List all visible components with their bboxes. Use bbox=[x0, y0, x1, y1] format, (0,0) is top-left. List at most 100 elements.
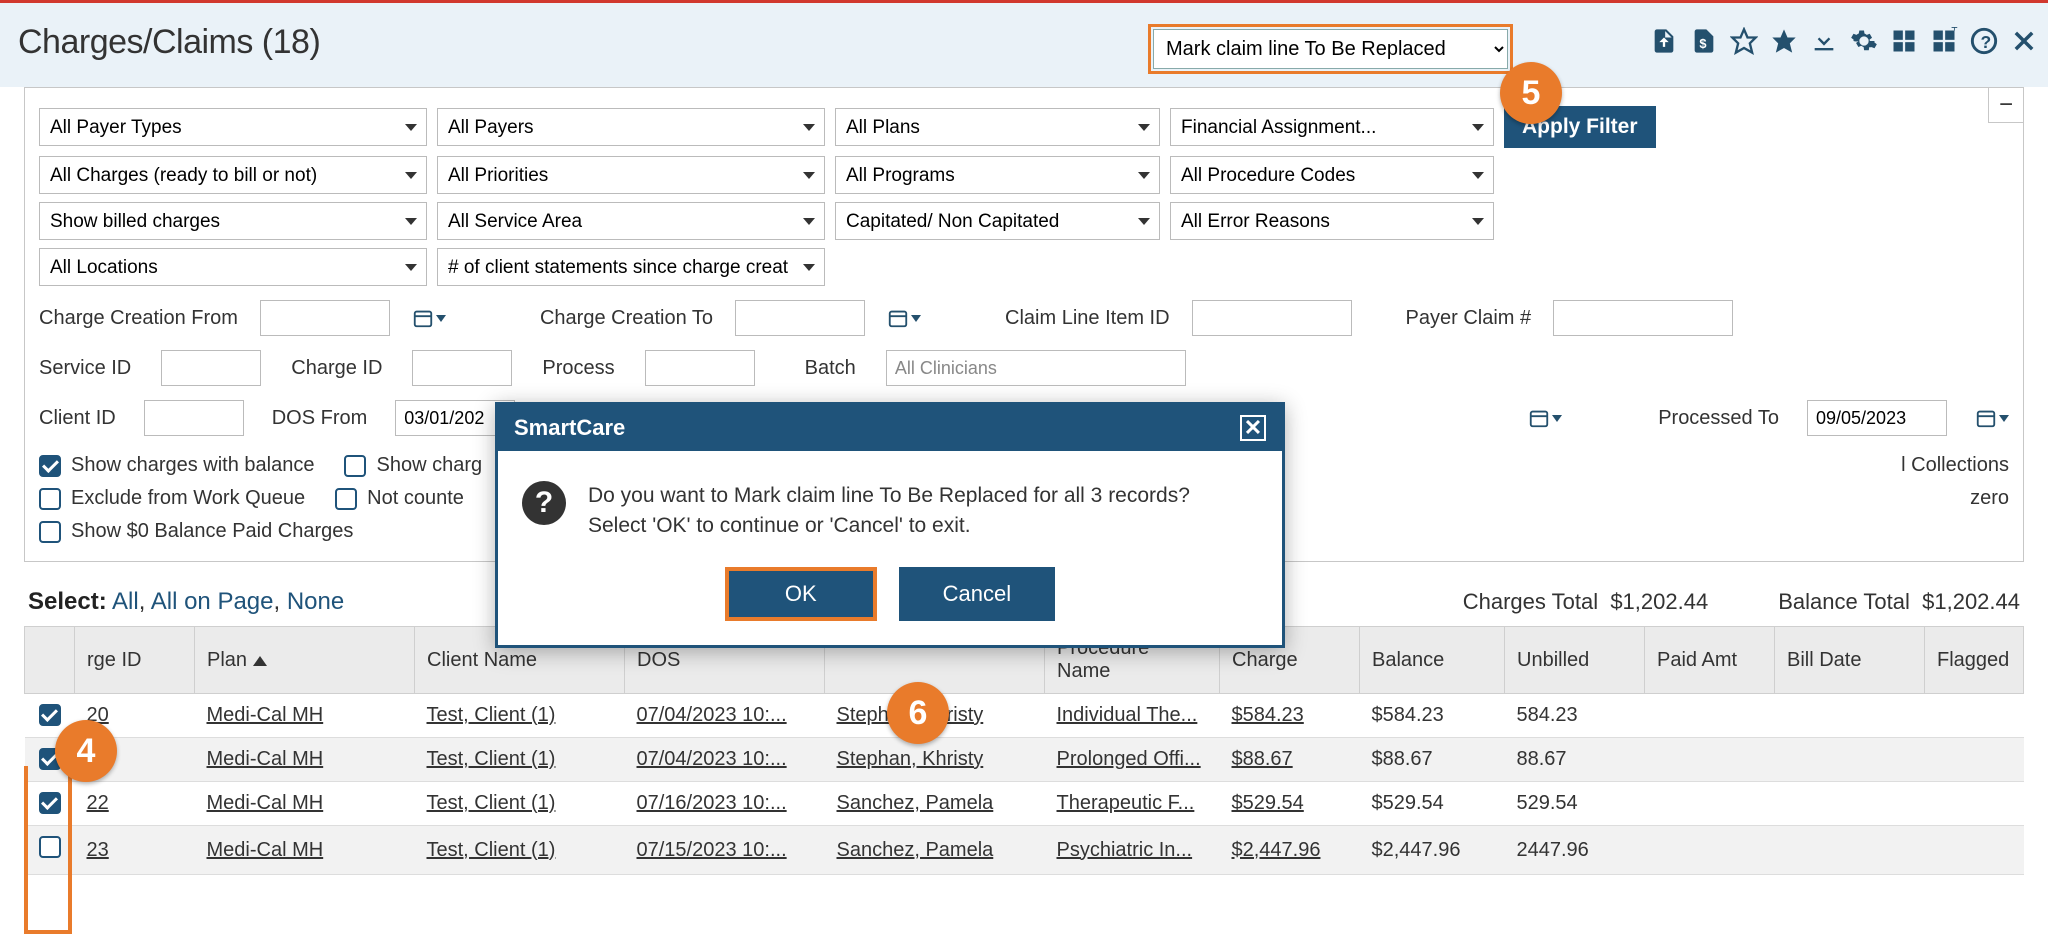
payer-claim-input[interactable] bbox=[1553, 300, 1733, 336]
zero-paid-check[interactable]: Show $0 Balance Paid Charges bbox=[39, 520, 353, 543]
col-paid[interactable]: Paid Amt bbox=[1645, 627, 1775, 694]
unbilled-cell: 529.54 bbox=[1505, 782, 1645, 826]
select-page-link[interactable]: All on Page bbox=[151, 588, 274, 615]
calendar-icon[interactable] bbox=[1975, 407, 2009, 429]
charge-from-input[interactable] bbox=[260, 300, 390, 336]
unbilled-cell: 2447.96 bbox=[1505, 826, 1645, 875]
action-select[interactable]: Mark claim line To Be Replaced bbox=[1153, 29, 1508, 69]
procedure-link[interactable]: Psychiatric In... bbox=[1057, 839, 1193, 861]
modal-close-button[interactable]: ✕ bbox=[1240, 415, 1266, 441]
processed-to-label: Processed To bbox=[1658, 407, 1779, 430]
grid-icon[interactable] bbox=[1890, 27, 1918, 55]
col-bill-date[interactable]: Bill Date bbox=[1775, 627, 1925, 694]
plan-link[interactable]: Medi-Cal MH bbox=[207, 792, 324, 814]
col-unbilled[interactable]: Unbilled bbox=[1505, 627, 1645, 694]
claim-line-input[interactable] bbox=[1192, 300, 1352, 336]
locations-select[interactable]: All Locations bbox=[39, 248, 427, 286]
grid-plus-icon[interactable]: + bbox=[1930, 27, 1958, 55]
zero-label-truncated: zero bbox=[1970, 487, 2009, 510]
export-icon[interactable] bbox=[1650, 27, 1678, 55]
help-icon[interactable]: ? bbox=[1970, 27, 1998, 55]
col-charge-id[interactable]: rge ID bbox=[75, 627, 195, 694]
client-link[interactable]: Test, Client (1) bbox=[427, 704, 556, 726]
client-link[interactable]: Test, Client (1) bbox=[427, 792, 556, 814]
star-filled-icon[interactable] bbox=[1770, 27, 1798, 55]
processed-to-input[interactable] bbox=[1807, 400, 1947, 436]
svg-text:?: ? bbox=[1981, 32, 1992, 52]
sort-asc-icon bbox=[253, 656, 267, 666]
not-count-check[interactable]: Not counte bbox=[335, 487, 464, 510]
plan-link[interactable]: Medi-Cal MH bbox=[207, 748, 324, 770]
payers-select[interactable]: All Payers bbox=[437, 108, 825, 146]
procedure-link[interactable]: Individual The... bbox=[1057, 704, 1198, 726]
collapse-panel-button[interactable]: − bbox=[1988, 87, 2024, 123]
cancel-button[interactable]: Cancel bbox=[899, 567, 1055, 621]
clinician-link[interactable]: Sanchez, Pamela bbox=[837, 839, 994, 861]
error-reasons-select[interactable]: All Error Reasons bbox=[1170, 202, 1494, 240]
dos-link[interactable]: 07/15/2023 10:... bbox=[637, 839, 787, 861]
header-toolbar: $ + ? bbox=[1650, 27, 2038, 55]
star-outline-icon[interactable] bbox=[1730, 27, 1758, 55]
download-icon[interactable] bbox=[1810, 27, 1838, 55]
callout-4: 4 bbox=[55, 720, 117, 782]
charge-link[interactable]: $529.54 bbox=[1232, 792, 1304, 814]
dos-link[interactable]: 07/04/2023 10:... bbox=[637, 704, 787, 726]
procedure-codes-select[interactable]: All Procedure Codes bbox=[1170, 156, 1494, 194]
client-id-input[interactable] bbox=[144, 400, 244, 436]
col-flagged[interactable]: Flagged bbox=[1925, 627, 2024, 694]
row-checkbox[interactable] bbox=[39, 792, 61, 814]
priorities-select[interactable]: All Priorities bbox=[437, 156, 825, 194]
clinician-link[interactable]: Stephan, Khristy bbox=[837, 748, 984, 770]
col-plan[interactable]: Plan bbox=[195, 627, 415, 694]
clinician-link[interactable]: Sanchez, Pamela bbox=[837, 792, 994, 814]
procedure-link[interactable]: Therapeutic F... bbox=[1057, 792, 1195, 814]
calendar-icon[interactable] bbox=[412, 307, 446, 329]
show-balance-check[interactable]: Show charges with balance bbox=[39, 454, 314, 477]
select-label: Select: bbox=[28, 588, 107, 615]
close-icon[interactable] bbox=[2010, 27, 2038, 55]
plans-select[interactable]: All Plans bbox=[835, 108, 1160, 146]
payer-types-select[interactable]: All Payer Types bbox=[39, 108, 427, 146]
gear-icon[interactable] bbox=[1850, 27, 1878, 55]
charge-id-link[interactable]: 22 bbox=[87, 792, 109, 814]
row-checkbox[interactable] bbox=[39, 836, 61, 858]
dos-link[interactable]: 07/16/2023 10:... bbox=[637, 792, 787, 814]
table-row: 21Medi-Cal MHTest, Client (1)07/04/2023 … bbox=[25, 738, 2024, 782]
service-id-input[interactable] bbox=[161, 350, 261, 386]
charge-to-input[interactable] bbox=[735, 300, 865, 336]
clinicians-input[interactable] bbox=[886, 350, 1186, 386]
plan-link[interactable]: Medi-Cal MH bbox=[207, 839, 324, 861]
select-none-link[interactable]: None bbox=[287, 588, 344, 615]
calendar-icon[interactable] bbox=[1528, 407, 1562, 429]
charge-id-link[interactable]: 23 bbox=[87, 839, 109, 861]
capitated-select[interactable]: Capitated/ Non Capitated bbox=[835, 202, 1160, 240]
charges-ready-select[interactable]: All Charges (ready to bill or not) bbox=[39, 156, 427, 194]
show-charg-check[interactable]: Show charg bbox=[344, 454, 482, 477]
batch-label: Batch bbox=[805, 357, 856, 380]
charge-link[interactable]: $2,447.96 bbox=[1232, 839, 1321, 861]
action-select-highlight: Mark claim line To Be Replaced bbox=[1148, 24, 1513, 74]
ok-button[interactable]: OK bbox=[733, 575, 869, 613]
charge-id-input[interactable] bbox=[412, 350, 512, 386]
plan-link[interactable]: Medi-Cal MH bbox=[207, 704, 324, 726]
process-input[interactable] bbox=[645, 350, 755, 386]
col-balance[interactable]: Balance bbox=[1360, 627, 1505, 694]
row-checkbox[interactable] bbox=[39, 704, 61, 726]
charge-link[interactable]: $584.23 bbox=[1232, 704, 1304, 726]
dollar-file-icon[interactable]: $ bbox=[1690, 27, 1718, 55]
client-link[interactable]: Test, Client (1) bbox=[427, 839, 556, 861]
stmt-count-select[interactable]: # of client statements since charge crea… bbox=[437, 248, 825, 286]
client-link[interactable]: Test, Client (1) bbox=[427, 748, 556, 770]
billed-select[interactable]: Show billed charges bbox=[39, 202, 427, 240]
dos-link[interactable]: 07/04/2023 10:... bbox=[637, 748, 787, 770]
procedure-link[interactable]: Prolonged Offi... bbox=[1057, 748, 1201, 770]
financial-assignment-select[interactable]: Financial Assignment... bbox=[1170, 108, 1494, 146]
programs-select[interactable]: All Programs bbox=[835, 156, 1160, 194]
service-area-select[interactable]: All Service Area bbox=[437, 202, 825, 240]
callout-6: 6 bbox=[887, 682, 949, 744]
calendar-icon[interactable] bbox=[887, 307, 921, 329]
select-all-link[interactable]: All bbox=[112, 588, 139, 615]
modal-line1: Do you want to Mark claim line To Be Rep… bbox=[588, 481, 1190, 511]
exclude-check[interactable]: Exclude from Work Queue bbox=[39, 487, 305, 510]
charge-link[interactable]: $88.67 bbox=[1232, 748, 1293, 770]
